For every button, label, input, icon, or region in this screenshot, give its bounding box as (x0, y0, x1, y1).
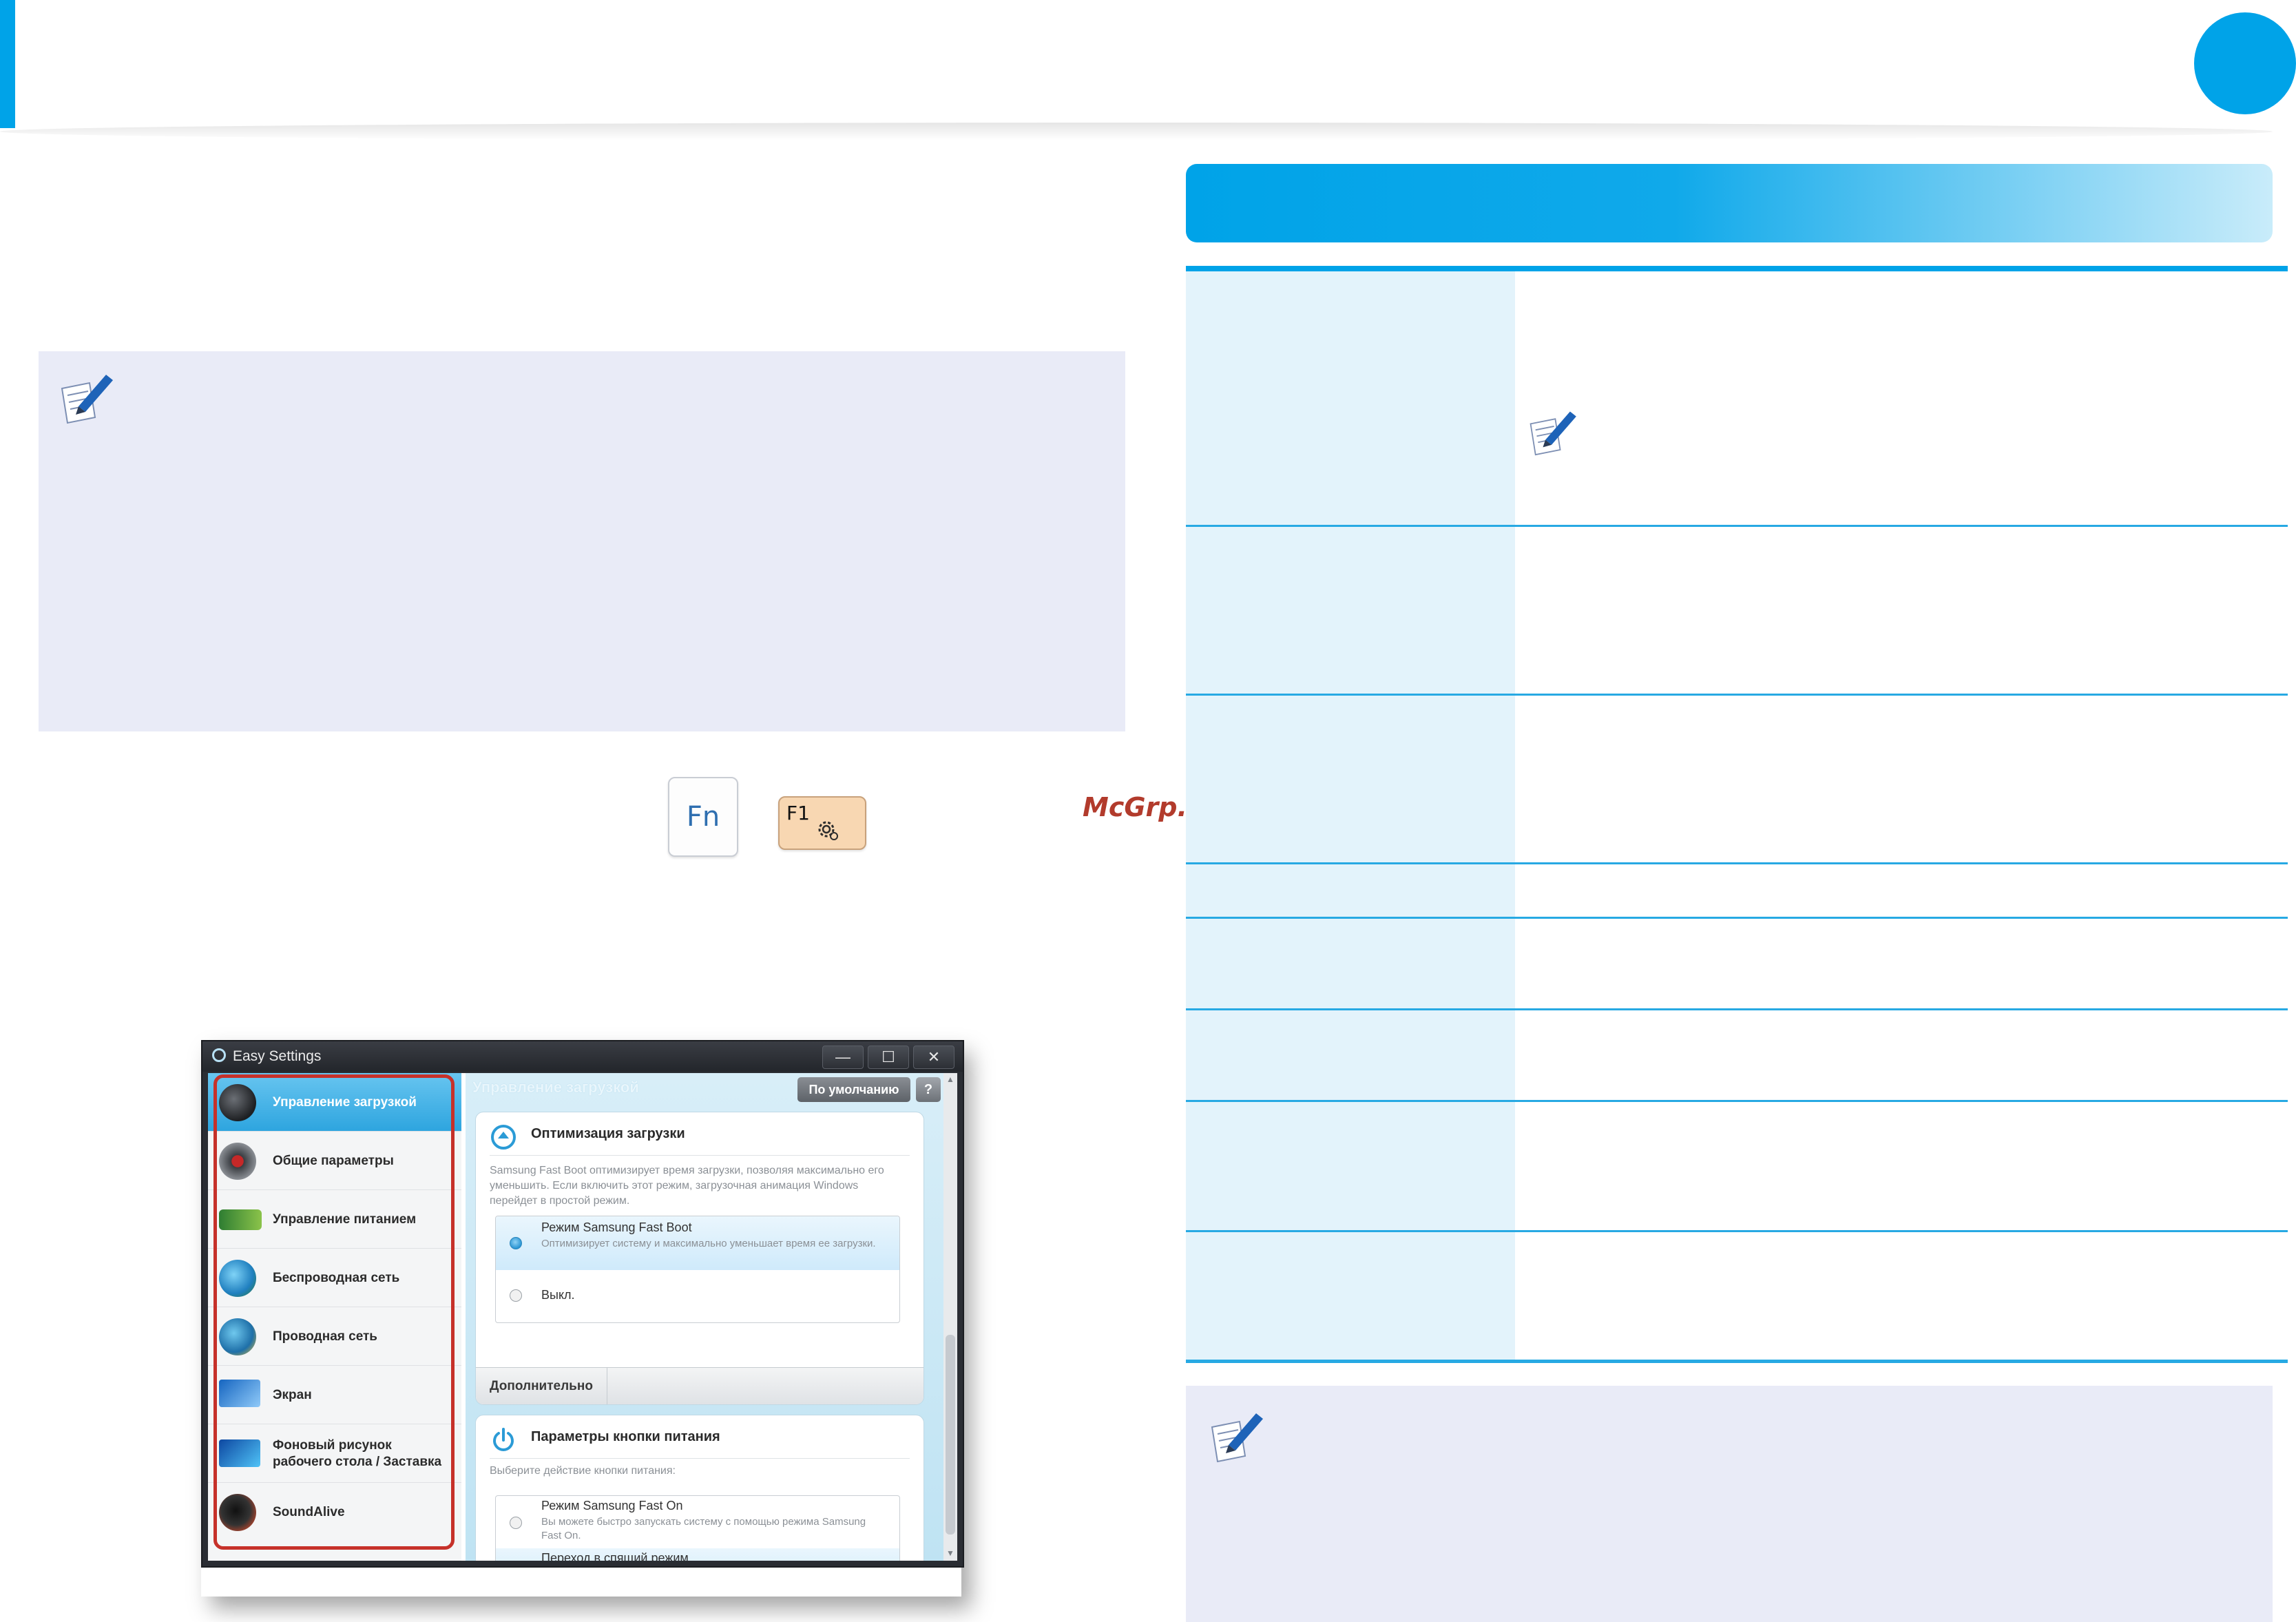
radio-button[interactable] (510, 1289, 522, 1302)
power-icon (493, 1428, 514, 1451)
help-button[interactable]: ? (916, 1077, 941, 1102)
fn-key-label: Fn (686, 801, 720, 833)
table-row-label-cell (1186, 696, 1515, 862)
option-fast-on[interactable]: Режим Samsung Fast On Вы можете быстро з… (496, 1496, 899, 1548)
extra-button[interactable]: Дополнительно (476, 1368, 607, 1404)
table-header-bar (1186, 164, 2273, 242)
main-pane: Управление загрузкой По умолчанию ? Опти… (466, 1073, 943, 1561)
f1-key: F1 (778, 796, 866, 850)
scroll-thumb[interactable] (946, 1335, 955, 1535)
option-fast-boot[interactable]: Режим Samsung Fast Boot Оптимизирует сис… (496, 1216, 899, 1270)
note-pencil-icon (61, 375, 113, 424)
page-number-badge (2194, 12, 2296, 114)
power-button-panel: Параметры кнопки питания Выберите действ… (475, 1415, 924, 1561)
boot-options-box: Режим Samsung Fast Boot Оптимизирует сис… (495, 1216, 900, 1323)
panel-title: Параметры кнопки питания (531, 1429, 720, 1444)
table-row-label-cell (1186, 1010, 1515, 1100)
main-title: Управление загрузкой (472, 1079, 639, 1096)
option-title: Переход в спящий режим (541, 1551, 689, 1561)
title-bar[interactable]: Easy Settings — ☐ ✕ (202, 1041, 963, 1072)
header-accent-bar (0, 0, 15, 128)
sidebar-highlight-frame (213, 1074, 455, 1550)
settings-gear-icon (818, 821, 838, 840)
extra-bar: Дополнительно (476, 1367, 923, 1404)
panel-description: Samsung Fast Boot оптимизирует время заг… (490, 1165, 884, 1207)
table-note-pencil-icon (1530, 411, 1576, 456)
f1-key-label: F1 (786, 802, 810, 824)
option-title: Выкл. (541, 1288, 575, 1302)
table-top-rule (1186, 266, 2288, 271)
option-off[interactable]: Выкл. (496, 1270, 899, 1322)
close-button[interactable]: ✕ (913, 1046, 954, 1069)
defaults-button[interactable]: По умолчанию (797, 1077, 910, 1102)
option-description: Оптимизирует систему и максимально умень… (541, 1238, 876, 1249)
app-body: Управление загрузкой Общие параметры Упр… (208, 1073, 957, 1561)
option-title: Режим Samsung Fast Boot (541, 1220, 692, 1234)
table-row-label-cell (1186, 271, 1515, 525)
maximize-button[interactable]: ☐ (868, 1046, 909, 1069)
header-divider (0, 123, 2273, 141)
option-title: Режим Samsung Fast On (541, 1499, 683, 1512)
option-description: Вы можете быстро запускать систему с пом… (541, 1516, 866, 1541)
table-row-label-cell (1186, 527, 1515, 694)
boot-optimization-icon (491, 1125, 516, 1150)
note-box (39, 351, 1125, 731)
radio-button[interactable] (510, 1517, 522, 1529)
window-title: Easy Settings (233, 1048, 322, 1064)
app-logo-icon (212, 1048, 226, 1062)
table-row-label-cell (1186, 1102, 1515, 1230)
panel-divider (490, 1458, 910, 1459)
table-row-label-cell (1186, 1232, 1515, 1360)
panel-title: Оптимизация загрузки (531, 1126, 685, 1141)
boot-optimization-panel: Оптимизация загрузки Samsung Fast Boot о… (475, 1112, 924, 1405)
power-options-box: Режим Samsung Fast On Вы можете быстро з… (495, 1495, 900, 1561)
table-row-label-cell (1186, 864, 1515, 917)
scrollbar[interactable]: ▲ ▼ (943, 1073, 957, 1561)
table-row-label-cell (1186, 919, 1515, 1008)
fn-key: Fn (668, 777, 738, 857)
scroll-up-arrow-icon[interactable]: ▲ (946, 1074, 955, 1084)
easy-settings-window: Easy Settings — ☐ ✕ Управление загрузкой… (201, 1040, 964, 1568)
panel-divider (490, 1155, 910, 1156)
option-sleep[interactable]: Переход в спящий режим (496, 1548, 899, 1561)
table-bottom-rule (1186, 1360, 2288, 1363)
panel-description: Выберите действие кнопки питания: (490, 1465, 676, 1477)
radio-button[interactable] (510, 1237, 522, 1249)
scroll-down-arrow-icon[interactable]: ▼ (946, 1548, 955, 1558)
minimize-button[interactable]: — (822, 1046, 864, 1069)
note-box-bottom (1186, 1386, 2273, 1622)
note-pencil-icon (1211, 1413, 1263, 1463)
